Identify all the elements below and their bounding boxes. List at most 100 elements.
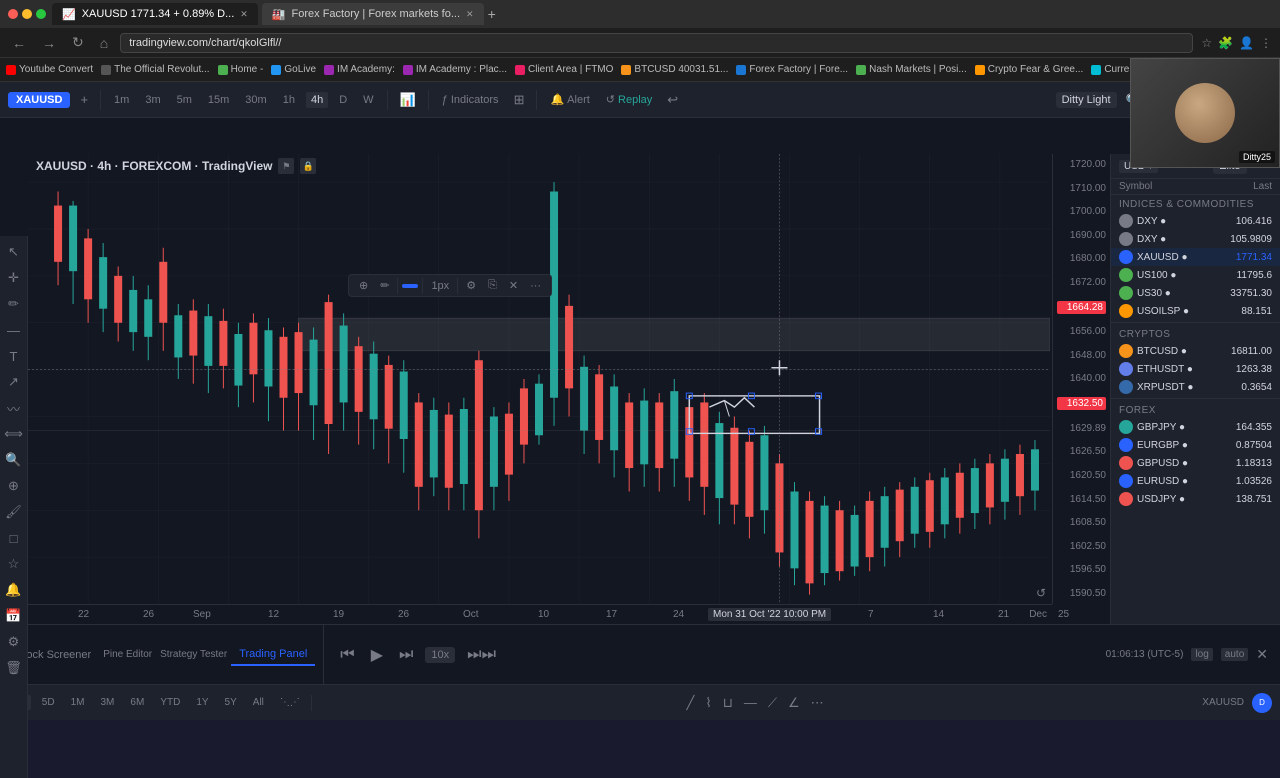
ft-more[interactable]: ··· [526,278,545,294]
panel-row-xauusd[interactable]: XAUUSD ● 1771.34 [1111,248,1280,266]
arrow-tool[interactable]: ↗ [2,370,26,394]
bookmark-nash[interactable]: Nash Markets | Posi... [856,64,967,75]
chart-area[interactable]: XAUUSD · 4h · FOREXCOM · TradingView ⚑ 🔒… [28,154,1110,624]
speed-badge[interactable]: 10x [425,647,455,663]
compare-btn[interactable]: ⊞ [510,90,529,110]
bb-channel[interactable]: ⊔ [719,693,737,713]
bb-angle[interactable]: ∠ [784,693,804,713]
panel-row-gbpjpy[interactable]: GBPJPY ● 164.355 [1111,418,1280,436]
bookmark-im2[interactable]: IM Academy : Plac... [403,64,507,75]
indicators-btn[interactable]: ƒ Indicators [437,92,504,108]
tf-4h[interactable]: 4h [306,92,328,108]
replay-btn[interactable]: ↺ Replay [601,91,657,108]
panel-row-btcusd[interactable]: BTCUSD ● 16811.00 [1111,342,1280,360]
bb-ytd[interactable]: YTD [155,695,185,710]
panel-row-ethusdt[interactable]: ETHUSDT ● 1263.38 [1111,360,1280,378]
bb-6m[interactable]: 6M [125,695,149,710]
chart-flag[interactable]: ⚑ [278,158,294,174]
skip-fwd-btn[interactable]: ⏭ [395,644,417,666]
tf-1m[interactable]: 1m [109,92,134,108]
bb-1m[interactable]: 1M [66,695,90,710]
bookmark-home[interactable]: Home - [218,64,264,75]
auto-btn[interactable]: auto [1221,648,1248,661]
maximize-window-btn[interactable] [36,9,46,19]
menu-icon[interactable]: ⋮ [1260,36,1272,50]
tf-W[interactable]: W [358,92,378,108]
panel-row-dxy1[interactable]: DXY ● 106.416 [1111,212,1280,230]
tf-D[interactable]: D [334,92,352,108]
bookmark-forex[interactable]: Forex Factory | Fore... [736,64,848,75]
refresh-btn[interactable]: ↻ [68,32,88,53]
trash-icon[interactable]: 🗑 [2,656,26,680]
xauusd-footer[interactable]: XAUUSD [1198,695,1248,710]
chart-lock[interactable]: 🔒 [300,158,316,174]
new-tab-btn[interactable]: + [488,6,496,22]
bb-fib[interactable]: ⌇ [701,693,715,713]
watchlist-icon[interactable]: ☆ [2,552,26,576]
tf-5m[interactable]: 5m [172,92,197,108]
brush-tool[interactable]: 🖌 [2,500,26,524]
close-window-btn[interactable] [8,9,18,19]
hline-tool[interactable]: — [2,318,26,342]
panel-row-usdjpy[interactable]: USDJPY ● 138.751 [1111,490,1280,508]
strategy-tester-tab[interactable]: Strategy Tester [160,649,227,660]
fibonacci-tool[interactable]: 〰 [2,396,26,420]
home-btn[interactable]: ⌂ [96,33,112,53]
bb-5d[interactable]: 5D [37,695,60,710]
tab-tradingview[interactable]: 📈 XAUUSD 1771.34 + 0.89% D... ✕ [52,3,258,25]
bb-1y[interactable]: 1Y [191,695,213,710]
bb-custom[interactable]: ⋱⋰ [275,695,305,710]
symbol-badge[interactable]: XAUUSD [8,92,70,108]
bb-more-tools[interactable]: ⋯ [807,693,828,713]
panel-row-usoilsp[interactable]: USOILSP ● 88.151 [1111,302,1280,320]
tf-15m[interactable]: 15m [203,92,234,108]
pine-editor-tab[interactable]: Pine Editor [103,649,152,660]
ft-copy[interactable]: ⎘ [484,277,501,294]
panel-row-us30[interactable]: US30 ● 33751.30 [1111,284,1280,302]
bb-trend[interactable]: ⟋ [764,693,781,713]
theme-btn[interactable]: Ditty Light [1056,92,1117,108]
tab-close-btn[interactable]: ✕ [240,9,248,20]
close-bottom-panel-btn[interactable]: ✕ [1256,646,1268,663]
panel-row-eurgbp[interactable]: EURGBP ● 0.87504 [1111,436,1280,454]
zoom-tool[interactable]: 🔍 [2,448,26,472]
text-tool[interactable]: T [2,344,26,368]
magnet-tool[interactable]: ⊕ [2,474,26,498]
reset-zoom-btn[interactable]: ↺ [1036,586,1046,600]
crosshair-tool[interactable]: ✛ [2,266,26,290]
ft-delete[interactable]: ✕ [505,277,522,294]
panel-row-gbpusd[interactable]: GBPUSD ● 1.18313 [1111,454,1280,472]
settings-icon-side[interactable]: ⚙ [2,630,26,654]
chart-svg[interactable] [28,154,1050,604]
bookmark-im1[interactable]: IM Academy: [324,64,395,75]
alert-btn[interactable]: 🔔 Alert [545,91,594,108]
add-symbol-btn[interactable]: + [76,90,92,109]
ft-settings[interactable]: ⚙ [462,277,480,294]
bb-3m[interactable]: 3M [96,695,120,710]
account-icon[interactable]: 👤 [1239,36,1254,50]
ft-weight[interactable]: 1px [427,278,453,294]
extensions-icon[interactable]: 🧩 [1218,36,1233,50]
bb-draw-tools[interactable]: ╱ [683,693,699,713]
url-input[interactable] [120,33,1193,53]
alert-icon-side[interactable]: 🔔 [2,578,26,602]
trading-panel-tab[interactable]: Trading Panel [231,644,315,666]
bookmark-golive[interactable]: GoLive [271,64,316,75]
rect-tool[interactable]: □ [2,526,26,550]
bookmark-crypto-fear[interactable]: Crypto Fear & Gree... [975,64,1084,75]
skip-end-btn[interactable]: ⏭⏭ [463,644,500,666]
bb-hline[interactable]: — [740,693,761,713]
ft-pen[interactable]: ✏ [376,277,393,294]
ft-color-swatch[interactable] [402,284,418,288]
measure-tool[interactable]: ⟺ [2,422,26,446]
tab-forex-factory[interactable]: 🏭 Forex Factory | Forex markets fo... ✕ [262,3,484,25]
bookmark-revolut[interactable]: The Official Revolut... [101,64,209,75]
tf-1h[interactable]: 1h [278,92,300,108]
bookmark-ftmo[interactable]: Client Area | FTMO [515,64,613,75]
log-btn[interactable]: log [1191,648,1212,661]
bookmark-btc[interactable]: BTCUSD 40031.51... [621,64,728,75]
panel-row-eurusd[interactable]: EURUSD ● 1.03526 [1111,472,1280,490]
undo-btn[interactable]: ↩ [663,90,682,110]
cursor-tool[interactable]: ↖ [2,240,26,264]
ft-magnet[interactable]: ⊕ [355,277,372,294]
